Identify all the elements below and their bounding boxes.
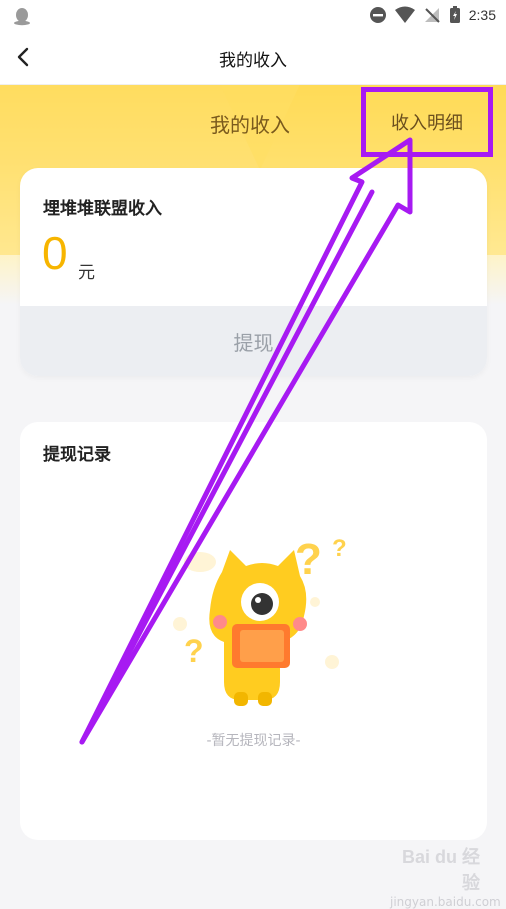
- income-detail-label: 收入明细: [391, 113, 463, 134]
- qq-penguin-icon: [14, 8, 30, 26]
- withdraw-button[interactable]: 提现: [20, 306, 487, 376]
- hero-title: 我的收入: [210, 113, 290, 137]
- status-time: 2:35: [468, 7, 496, 23]
- income-card-title: 埋堆堆联盟收入: [43, 199, 162, 219]
- svg-text:?: ?: [184, 633, 204, 669]
- empty-state-text: -暂无提现记录-: [206, 733, 301, 749]
- income-detail-button[interactable]: 收入明细: [361, 87, 493, 157]
- page-title: 我的收入: [219, 51, 287, 71]
- wifi-icon: [394, 6, 415, 23]
- watermark-logo: Bai du 经验: [401, 847, 480, 893]
- withdraw-label: 提现: [233, 330, 274, 355]
- income-unit: 元: [78, 263, 95, 283]
- status-bar: 2:35: [0, 0, 506, 30]
- dnd-icon: [369, 7, 386, 23]
- status-indicators: 2:35: [369, 5, 496, 25]
- nav-bar: 我的收入: [0, 30, 506, 85]
- withdraw-record-card: 提现记录 ? ? ? -暂无提现记录-: [20, 422, 487, 840]
- battery-icon: [449, 6, 460, 23]
- confused-mascot-illustration: ? ? ?: [173, 535, 347, 706]
- watermark-url: jingyan.baidu.com: [390, 895, 501, 909]
- income-amount: 0: [42, 227, 68, 279]
- withdraw-record-title: 提现记录: [43, 445, 111, 465]
- baidu-jingyan-watermark: Bai du 经验 jingyan.baidu.com: [390, 843, 501, 909]
- svg-text:?: ?: [332, 535, 347, 562]
- no-signal-icon: [424, 8, 440, 23]
- income-card: 埋堆堆联盟收入 0 元 提现: [20, 168, 487, 376]
